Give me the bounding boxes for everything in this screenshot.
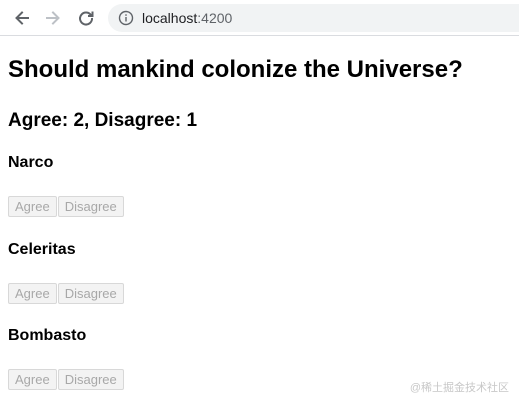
voter-narco: Narco Agree Disagree	[8, 154, 124, 217]
browser-toolbar: localhost:4200	[0, 0, 519, 36]
reload-icon	[79, 11, 94, 26]
agree-button[interactable]: Agree	[8, 196, 57, 217]
info-icon[interactable]	[118, 10, 134, 26]
address-bar[interactable]: localhost:4200	[108, 4, 519, 32]
voter-celeritas: Celeritas Agree Disagree	[8, 241, 124, 304]
voter-name: Bombasto	[8, 327, 87, 344]
vote-buttons: Agree Disagree	[8, 283, 124, 304]
forward-arrow-icon	[46, 11, 60, 25]
reload-button[interactable]	[74, 6, 98, 30]
vote-buttons: Agree Disagree	[8, 369, 124, 390]
agree-button[interactable]: Agree	[8, 369, 57, 390]
forward-button[interactable]	[41, 6, 65, 30]
agree-button[interactable]: Agree	[8, 283, 57, 304]
watermark: @稀土掘金技术社区	[409, 382, 509, 394]
url-host: localhost	[142, 10, 198, 26]
back-arrow-icon	[15, 11, 29, 25]
page-title: Should mankind colonize the Universe?	[8, 56, 463, 83]
voter-bombasto: Bombasto Agree Disagree	[8, 327, 124, 390]
url-text[interactable]: localhost:4200	[142, 4, 232, 32]
vote-buttons: Agree Disagree	[8, 196, 124, 217]
voter-name: Narco	[8, 154, 54, 171]
disagree-button[interactable]: Disagree	[57, 283, 124, 304]
url-port: :4200	[197, 10, 233, 26]
disagree-button[interactable]: Disagree	[57, 369, 124, 390]
vote-tally: Agree: 2, Disagree: 1	[8, 110, 198, 131]
voter-name: Celeritas	[8, 241, 76, 258]
disagree-button[interactable]: Disagree	[57, 196, 124, 217]
back-button[interactable]	[10, 6, 34, 30]
